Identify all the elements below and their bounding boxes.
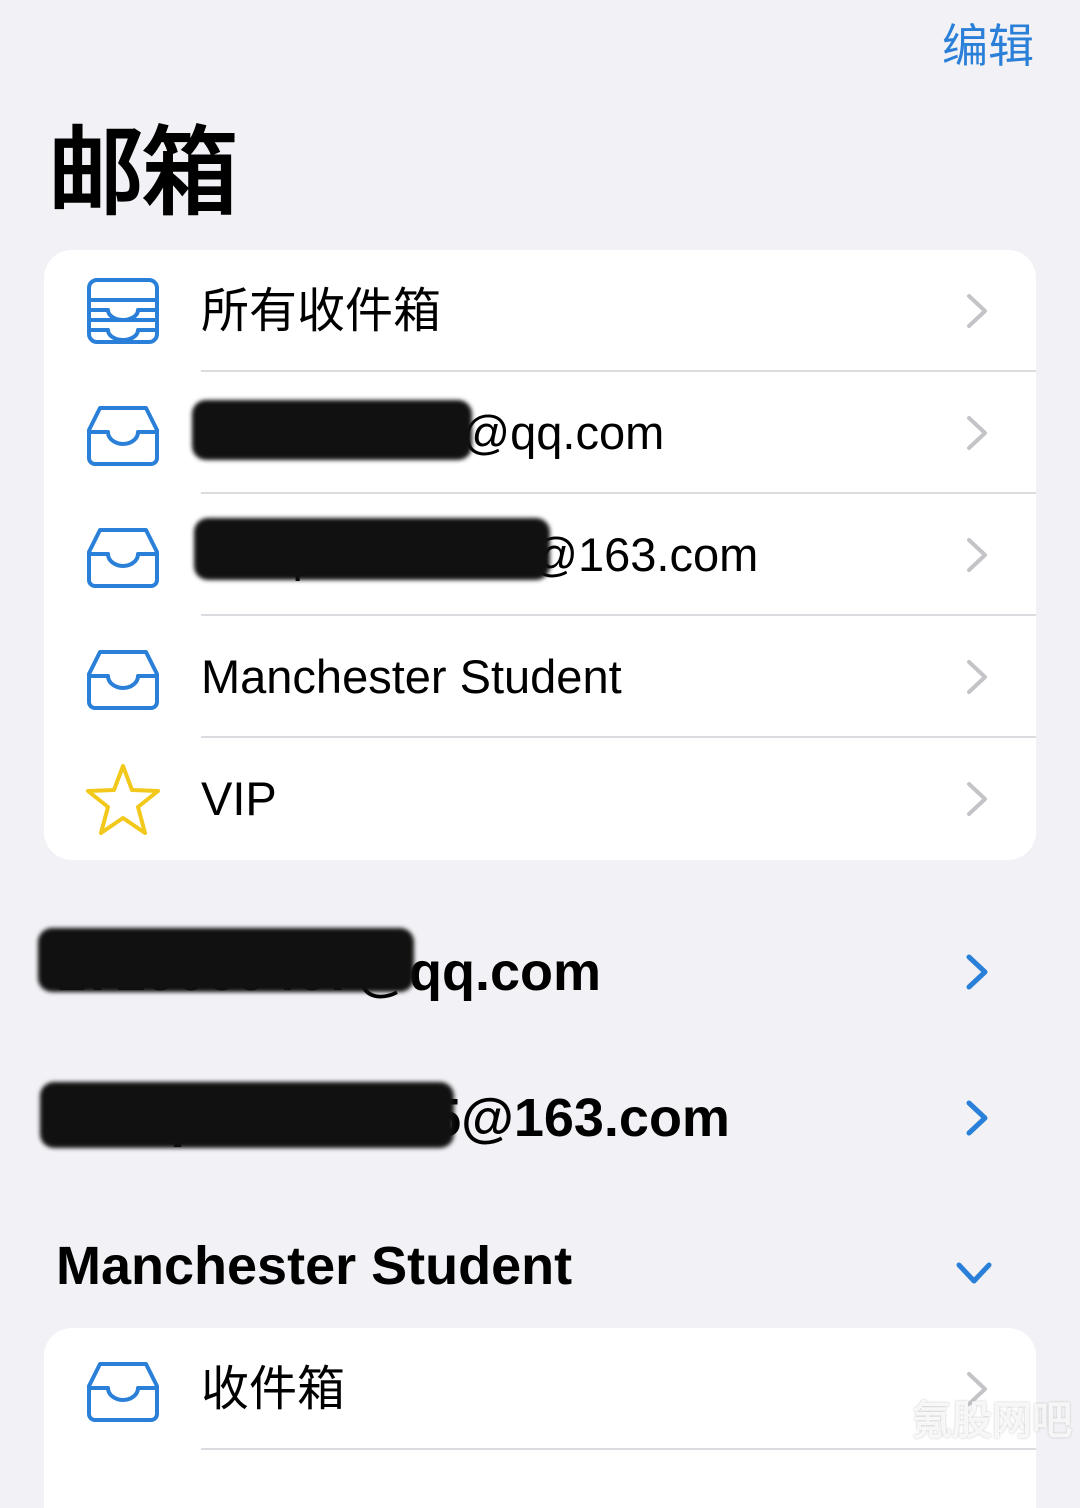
account-section-163[interactable]: chuqiaocui0125@163.com <box>0 1068 1080 1168</box>
chevron-right-icon <box>966 1100 988 1136</box>
edit-button[interactable]: 编辑 <box>942 20 1034 72</box>
mailbox-row-manchester[interactable]: Manchester Student <box>44 616 1036 738</box>
inbox-icon <box>87 528 159 588</box>
page-title: 邮箱 <box>48 117 238 229</box>
mailbox-row-all-inboxes[interactable]: 所有收件箱 <box>44 250 1036 372</box>
watermark: 氪股网吧 <box>912 1398 1072 1444</box>
redaction-mark <box>40 1082 454 1148</box>
account-section-qq[interactable]: 1729060467@qq.com <box>0 922 1080 1022</box>
chevron-right-icon <box>967 660 987 694</box>
chevron-right-icon <box>967 538 987 572</box>
mailbox-row-163[interactable]: chuqiaocui0125@163.com <box>44 494 1036 616</box>
mailbox-label: 所有收件箱 <box>201 283 442 339</box>
chevron-right-icon <box>967 782 987 816</box>
mailbox-row-vip[interactable]: VIP <box>44 738 1036 860</box>
account-title: Manchester Student <box>56 1236 573 1296</box>
folder-label: 收件箱 <box>201 1361 346 1417</box>
mailboxes-list: 所有收件箱 1729060467@qq.com chuqiaocui0125@1… <box>44 250 1036 860</box>
folder-row-inbox[interactable]: 收件箱 <box>44 1328 1036 1450</box>
manchester-folders-list: 收件箱 <box>44 1328 1036 1508</box>
all-inboxes-icon <box>87 278 159 344</box>
inbox-icon <box>87 1362 159 1422</box>
mailbox-label: VIP <box>201 772 277 825</box>
mailbox-row-qq[interactable]: 1729060467@qq.com <box>44 372 1036 494</box>
inbox-icon <box>87 406 159 466</box>
account-section-manchester[interactable]: Manchester Student <box>0 1216 1080 1316</box>
redaction-mark <box>194 518 550 580</box>
divider <box>201 1448 1036 1450</box>
chevron-right-icon <box>967 416 987 450</box>
chevron-down-icon <box>956 1262 992 1284</box>
inbox-icon <box>87 650 159 710</box>
chevron-right-icon <box>966 954 988 990</box>
chevron-right-icon <box>967 294 987 328</box>
redaction-mark <box>192 400 472 460</box>
redaction-mark <box>38 928 414 992</box>
star-icon <box>86 764 160 835</box>
mailbox-label: Manchester Student <box>201 650 622 703</box>
